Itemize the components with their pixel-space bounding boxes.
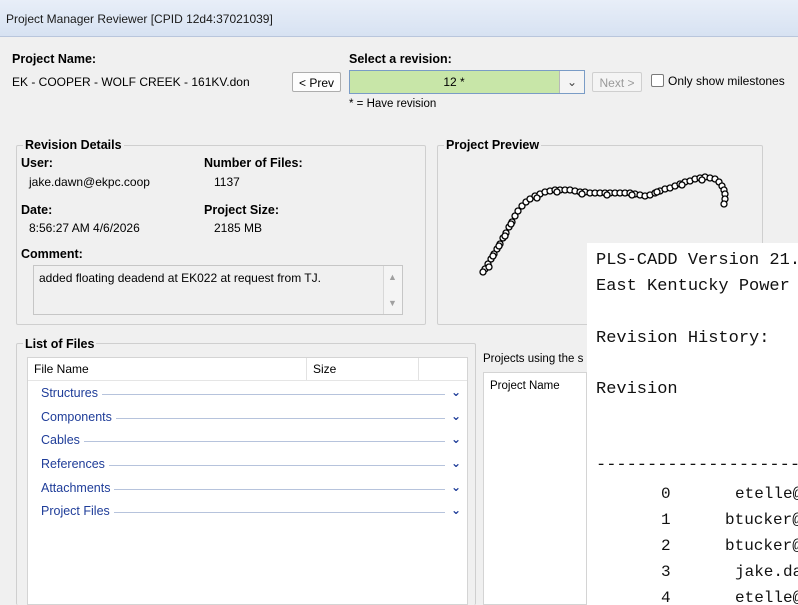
list-of-files-title: List of Files [23, 337, 97, 351]
user-value: jake.dawn@ekpc.coop [29, 175, 150, 189]
chevron-down-icon[interactable]: ⌄ [451, 503, 461, 517]
only-milestones-checkbox[interactable] [651, 74, 664, 87]
column-separator [418, 358, 419, 380]
select-revision-label: Select a revision: [349, 52, 452, 66]
window-title: Project Manager Reviewer [CPID 12d4:3702… [6, 12, 273, 26]
projects-using-label: Projects using the s [483, 353, 584, 365]
category-label: Project Files [41, 504, 114, 518]
overlay-rev-user: etelle@ [735, 485, 798, 503]
overlay-separator: -------------------- [596, 456, 798, 475]
project-name-value: EK - COOPER - WOLF CREEK - 161KV.don [12, 75, 250, 89]
project-name-label: Project Name: [12, 52, 97, 66]
revision-selected-value: 12 * [443, 75, 465, 89]
column-separator [306, 358, 307, 380]
category-attachments[interactable]: Attachments ⌄ [41, 480, 461, 497]
project-size-value: 2185 MB [214, 221, 263, 235]
overlay-rev-number: 4 [661, 589, 671, 605]
date-label: Date: [21, 203, 53, 217]
comment-scrollbar[interactable]: ▲ ▼ [383, 266, 402, 314]
category-divider [41, 441, 445, 442]
next-button[interactable]: Next > [592, 72, 642, 92]
number-of-files-value: 1137 [214, 175, 240, 189]
category-references[interactable]: References ⌄ [41, 456, 461, 473]
overlay-rev-user: etelle@ [735, 589, 798, 605]
overlay-rev-user: btucker@ [725, 511, 798, 529]
revision-dropdown[interactable]: 12 * ⌄ [349, 70, 585, 94]
user-label: User: [21, 156, 53, 170]
files-list[interactable]: File Name Size Structures ⌄ Components ⌄… [27, 357, 468, 605]
overlay-line-history: Revision History: [596, 329, 770, 348]
project-preview-title: Project Preview [444, 138, 542, 152]
overlay-rev-number: 1 [661, 511, 671, 529]
category-label: References [41, 457, 109, 471]
comment-value: added floating deadend at EK022 at reque… [39, 271, 321, 285]
project-size-label: Project Size: [204, 203, 280, 217]
number-of-files-label: Number of Files: [204, 156, 303, 170]
overlay-rev-user: btucker@ [725, 537, 798, 555]
category-label: Components [41, 410, 116, 424]
revision-details-title: Revision Details [23, 138, 124, 152]
column-file-name[interactable]: File Name [34, 362, 89, 376]
chevron-down-icon[interactable]: ⌄ [451, 480, 461, 494]
prev-button[interactable]: < Prev [292, 72, 341, 92]
chevron-down-icon[interactable]: ⌄ [451, 432, 461, 446]
overlay-rev-user: jake.da [735, 563, 798, 581]
overlay-rev-number: 2 [661, 537, 671, 555]
category-label: Structures [41, 386, 102, 400]
scroll-down-icon[interactable]: ▼ [388, 298, 397, 308]
scroll-up-icon[interactable]: ▲ [388, 272, 397, 282]
overlay-rev-number: 3 [661, 563, 671, 581]
chevron-down-icon[interactable]: ⌄ [451, 409, 461, 423]
overlay-line-company: East Kentucky Power Co [596, 277, 798, 296]
category-label: Attachments [41, 481, 115, 495]
overlay-line-revision: Revision [596, 380, 678, 399]
overlay-line-version: PLS-CADD Version 21.01 [596, 251, 798, 270]
column-size[interactable]: Size [313, 362, 336, 376]
only-milestones-label[interactable]: Only show milestones [668, 74, 785, 88]
comment-label: Comment: [21, 247, 83, 261]
category-cables[interactable]: Cables ⌄ [41, 432, 461, 449]
projects-using-list[interactable]: Project Name [483, 372, 587, 605]
overlay-rev-number: 0 [661, 485, 671, 503]
category-components[interactable]: Components ⌄ [41, 409, 461, 426]
revision-history-overlay: PLS-CADD Version 21.01 East Kentucky Pow… [587, 243, 798, 605]
category-structures[interactable]: Structures ⌄ [41, 385, 461, 402]
column-project-name[interactable]: Project Name [490, 380, 560, 392]
title-bar: Project Manager Reviewer [CPID 12d4:3702… [0, 0, 798, 37]
date-value: 8:56:27 AM 4/6/2026 [29, 221, 140, 235]
comment-textbox[interactable]: added floating deadend at EK022 at reque… [33, 265, 403, 315]
files-list-header: File Name Size [28, 358, 467, 381]
chevron-down-icon[interactable]: ⌄ [559, 71, 584, 93]
chevron-down-icon[interactable]: ⌄ [451, 385, 461, 399]
chevron-down-icon[interactable]: ⌄ [451, 456, 461, 470]
have-revision-note: * = Have revision [349, 98, 437, 110]
category-label: Cables [41, 433, 84, 447]
category-project-files[interactable]: Project Files ⌄ [41, 503, 461, 520]
